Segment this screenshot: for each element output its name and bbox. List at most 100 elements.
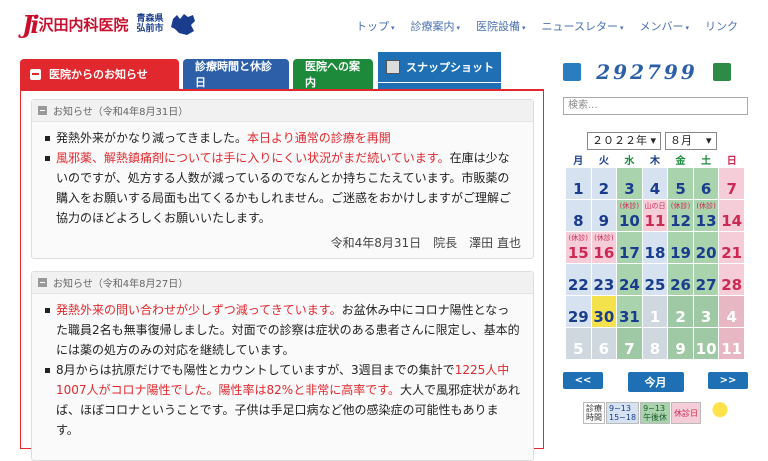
calendar-day[interactable]: 17 [616,231,643,264]
calendar-week-row: 29 30 31 1 2 3 4 [565,295,745,328]
prev-month-button[interactable]: << [563,372,603,389]
calendar-day[interactable]: 29 [565,295,592,328]
calendar-day[interactable]: 6 [692,167,720,200]
calendar-day[interactable]: (休診) 13 [692,199,720,232]
day-number: 30 [593,308,615,326]
tab-label: 医院からのお知らせ [49,68,148,81]
calendar-day[interactable]: 11 [718,327,745,360]
calendar-day[interactable]: 22 [565,263,592,296]
calendar-selects: ２０２２年 ▾ ８月 ▾ [587,132,717,150]
calendar-day[interactable]: 3 [692,295,720,328]
notice-title: お知らせ（令和4年8月27日） [53,279,189,290]
day-number: 7 [624,340,635,358]
calendar-day[interactable]: 21 [718,231,745,264]
day-note: 山の日 [644,202,666,210]
calendar-day[interactable]: 10 [692,327,720,360]
calendar-day[interactable]: 8 [565,199,592,232]
calendar-day[interactable]: 23 [590,263,618,296]
notice-header[interactable]: お知らせ（令和4年8月27日） [32,272,533,294]
calendar-day[interactable]: 4 [718,295,745,328]
caret-down-icon: ▾ [390,24,395,32]
calendar-week-row: 5 6 7 8 9 10 11 [565,327,745,360]
day-number: 9 [598,212,610,230]
calendar-day[interactable]: 1 [641,295,669,328]
calendar-day[interactable]: 14 [718,199,745,232]
calendar-day[interactable]: 2 [590,167,618,200]
day-number: 3 [700,308,712,326]
notice-title: お知らせ（令和4年8月31日） [53,107,189,118]
clinic-logo[interactable]: Ji 沢田内科医院 青森県弘前市 [22,9,199,39]
year-select[interactable]: ２０２２年 ▾ [587,132,662,150]
nav-label: トップ [355,20,389,33]
collapse-icon[interactable] [38,278,47,287]
notice-text: 発熱外来がかなり減ってきました。 [56,131,248,145]
tab-label: 医院への案内 [305,60,360,89]
calendar-day[interactable]: 26 [667,263,694,296]
year-value: ２０２２年 [592,134,647,147]
next-month-button[interactable]: >> [708,372,748,389]
day-number: 19 [670,244,691,262]
calendar-day[interactable]: (休診) 16 [590,231,618,264]
calendar-day[interactable]: 5 [667,167,694,200]
calendar-day[interactable]: 5 [565,327,592,360]
calendar-day[interactable]: 24 [616,263,643,296]
caret-down-icon: ▾ [456,24,460,32]
nav-item-5[interactable]: リンク [697,18,746,34]
calendar-day[interactable]: 20 [692,231,720,264]
tab-hours[interactable]: 診療時間と休診日 [183,59,289,89]
calendar-day[interactable]: 7 [718,167,745,200]
calendar-day[interactable]: 27 [692,263,720,296]
nav-item-4[interactable]: メンバー ▾ [631,18,697,34]
calendar: 月火水木金土日 1 2 3 4 5 6 7 8 9 (休診) 10 山の日 11 (休診) 12 (休診) 13 1… [565,152,745,360]
calendar-weekday-row: 月火水木金土日 [566,152,745,168]
day-number: 17 [618,244,640,262]
calendar-day[interactable]: 7 [616,327,643,360]
calendar-day[interactable]: 31 [616,295,643,328]
day-number: 16 [593,244,615,262]
calendar-day[interactable]: 30 [590,295,618,328]
calendar-day[interactable]: 28 [718,263,745,296]
this-month-button[interactable]: 今月 [627,372,684,392]
calendar-day[interactable]: 9 [590,199,618,232]
lightbulb-icon[interactable] [712,402,729,424]
day-number: 18 [644,244,666,262]
day-number: 26 [670,276,691,294]
search-input[interactable]: 検索... [563,97,748,115]
day-number: 11 [644,212,666,230]
nav-label: メンバー [639,20,684,33]
counter-right-icon [713,63,731,81]
calendar-day[interactable]: (休診) 12 [667,199,694,232]
day-number: 8 [649,340,661,358]
calendar-day[interactable]: 1 [565,167,592,200]
calendar-day[interactable]: 2 [667,295,694,328]
calendar-day[interactable]: 8 [641,327,669,360]
day-number: 4 [726,308,737,326]
nav-item-0[interactable]: トップ ▾ [348,18,403,34]
calendar-day[interactable]: 19 [667,231,694,264]
calendar-day[interactable]: 山の日 11 [641,199,669,232]
calendar-day[interactable]: 25 [641,263,669,296]
day-note: (休診) [594,234,614,242]
nav-item-2[interactable]: 医院設備 ▾ [468,18,534,34]
collapse-icon[interactable] [38,106,47,115]
notice-body: 発熱外来がかなり減ってきました。本日より通常の診療を再開 風邪薬、解熱鎮痛剤につい… [32,122,533,251]
day-number: 5 [675,180,686,198]
calendar-day[interactable]: 3 [616,167,643,200]
calendar-day[interactable]: (休診) 10 [616,199,643,232]
notice-header[interactable]: お知らせ（令和4年8月31日） [32,100,533,122]
calendar-day[interactable]: 9 [667,327,694,360]
calendar-day[interactable]: 18 [641,231,669,264]
dropdown-item-0[interactable]: スナップショット [378,52,501,82]
calendar-legend: 診療 時間 9~13 15~18 9~13 午後休 休診日 [583,402,729,424]
month-select[interactable]: ８月 ▾ [665,132,717,150]
tab-access[interactable]: 医院への案内 [293,59,373,89]
calendar-day[interactable]: 6 [590,327,618,360]
tab-notices[interactable]: 医院からのお知らせ [20,59,179,89]
calendar-day[interactable]: 4 [641,167,669,200]
nav-item-1[interactable]: 診療案内 ▾ [402,18,468,34]
logo-mark: Ji [22,9,40,39]
calendar-day[interactable]: (休診) 15 [565,231,592,264]
weekday-label: 木 [649,156,660,167]
day-number: 20 [695,244,717,262]
nav-item-3[interactable]: ニュースレター ▾ [534,18,632,34]
